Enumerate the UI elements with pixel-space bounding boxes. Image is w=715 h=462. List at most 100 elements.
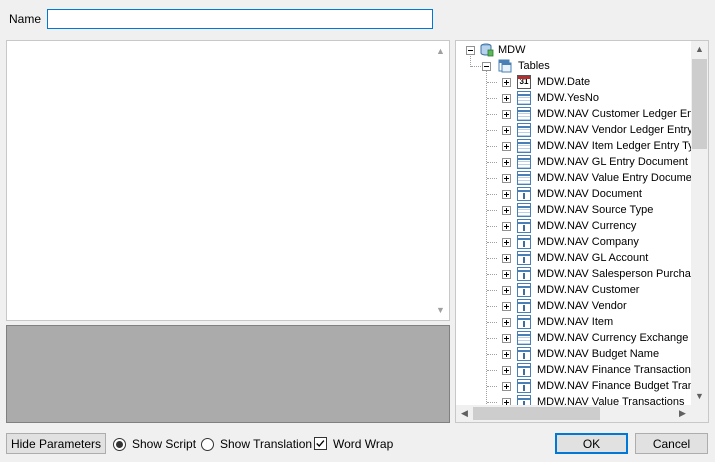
collapse-icon[interactable] xyxy=(482,62,491,71)
expand-icon[interactable] xyxy=(502,78,511,87)
show-translation-label: Show Translation xyxy=(220,437,313,451)
tree-item[interactable]: MDW.NAV Finance Transactions xyxy=(456,362,691,378)
table-icon xyxy=(517,139,531,153)
dimension-table-icon xyxy=(517,267,531,281)
expand-icon[interactable] xyxy=(502,190,511,199)
tree-connector xyxy=(487,130,497,132)
cancel-button[interactable]: Cancel xyxy=(635,433,708,454)
tree-connector xyxy=(487,242,497,244)
tree-connector xyxy=(487,274,497,276)
scroll-down-icon[interactable]: ▼ xyxy=(432,304,449,316)
tree-horizontal-scrollbar[interactable]: ◀ ▶ xyxy=(456,405,691,422)
tree-item[interactable]: MDW.NAV Customer xyxy=(456,282,691,298)
tree-item-label: MDW.NAV GL Entry Document T xyxy=(537,156,691,168)
expand-icon[interactable] xyxy=(502,366,511,375)
tree-item[interactable]: MDW.YesNo xyxy=(456,90,691,106)
hide-parameters-button[interactable]: Hide Parameters xyxy=(6,433,106,454)
script-editor[interactable]: ▲ ▼ xyxy=(6,40,450,321)
expand-icon[interactable] xyxy=(502,158,511,167)
expand-icon[interactable] xyxy=(502,334,511,343)
tree-item-label: MDW.YesNo xyxy=(537,92,599,104)
checkmark-icon xyxy=(316,440,325,448)
tree-item-label: MDW.NAV Finance Budget Tran xyxy=(537,380,691,392)
scrollbar-corner xyxy=(691,405,708,422)
tree-node-label: Tables xyxy=(518,60,550,72)
expand-icon[interactable] xyxy=(502,94,511,103)
tree-item-label: MDW.NAV Finance Transactions xyxy=(537,364,691,376)
tree-item-label: MDW.NAV Customer Ledger Ent xyxy=(537,108,691,120)
expand-icon[interactable] xyxy=(502,302,511,311)
expand-icon[interactable] xyxy=(502,254,511,263)
tree-item[interactable]: MDW.NAV Vendor xyxy=(456,298,691,314)
tree-item[interactable]: MDW.NAV Document xyxy=(456,186,691,202)
name-input[interactable] xyxy=(47,9,433,29)
expand-icon[interactable] xyxy=(502,286,511,295)
tree-node-mdw[interactable]: MDW xyxy=(456,42,691,58)
tree-item[interactable]: MDW.NAV Value Transactions xyxy=(456,394,691,405)
tree-connector xyxy=(487,98,497,100)
tree-connector xyxy=(487,338,497,340)
tree-item[interactable]: MDW.NAV Currency Exchange I xyxy=(456,330,691,346)
expand-icon[interactable] xyxy=(502,142,511,151)
tree-item-label: MDW.NAV Vendor xyxy=(537,300,627,312)
tree-item[interactable]: MDW.NAV Currency xyxy=(456,218,691,234)
expand-icon[interactable] xyxy=(502,398,511,405)
script-editor-scrollbar[interactable]: ▲ ▼ xyxy=(432,41,449,320)
scroll-down-icon[interactable]: ▼ xyxy=(691,388,708,405)
tree-item[interactable]: MDW.NAV Finance Budget Tran xyxy=(456,378,691,394)
tree-item[interactable]: MDW.NAV Source Type xyxy=(456,202,691,218)
tree-vertical-scroll-thumb[interactable] xyxy=(692,59,707,149)
expand-icon[interactable] xyxy=(502,174,511,183)
tree-item[interactable]: 31 MDW.Date xyxy=(456,74,691,90)
scroll-right-icon[interactable]: ▶ xyxy=(674,405,691,422)
scroll-up-icon[interactable]: ▲ xyxy=(691,41,708,58)
tree-item[interactable]: MDW.NAV GL Entry Document T xyxy=(456,154,691,170)
database-icon xyxy=(480,43,494,57)
tree-connector xyxy=(487,194,497,196)
tree-connector xyxy=(487,306,497,308)
table-icon xyxy=(517,91,531,105)
tree-item-label: MDW.NAV Currency xyxy=(537,220,637,232)
tree-connector xyxy=(487,178,497,180)
expand-icon[interactable] xyxy=(502,126,511,135)
show-translation-radio[interactable] xyxy=(201,438,214,451)
scroll-left-icon[interactable]: ◀ xyxy=(456,405,473,422)
word-wrap-checkbox[interactable] xyxy=(314,437,327,450)
tree-item[interactable]: MDW.NAV Item Ledger Entry Ty xyxy=(456,138,691,154)
tree-vertical-scrollbar[interactable]: ▲ ▼ xyxy=(691,41,708,405)
expand-icon[interactable] xyxy=(502,206,511,215)
expand-icon[interactable] xyxy=(502,350,511,359)
table-icon xyxy=(517,331,531,345)
expand-icon[interactable] xyxy=(502,318,511,327)
expand-icon[interactable] xyxy=(502,238,511,247)
tree-item[interactable]: MDW.NAV Salesperson Purchas xyxy=(456,266,691,282)
tree-item[interactable]: MDW.NAV Company xyxy=(456,234,691,250)
show-script-radio[interactable] xyxy=(113,438,126,451)
tree-item-label: MDW.NAV Vendor Ledger Entry xyxy=(537,124,691,136)
tree-connector xyxy=(487,146,497,148)
ok-button[interactable]: OK xyxy=(555,433,628,454)
tree-item[interactable]: MDW.NAV Value Entry Documen xyxy=(456,170,691,186)
tree-horizontal-scroll-thumb[interactable] xyxy=(473,407,600,420)
tree-item-label: MDW.NAV GL Account xyxy=(537,252,649,264)
tree-connector xyxy=(471,66,481,68)
object-tree[interactable]: MDW Tables 31 MDW.Date MDW.YesNo MDW.NAV Cu… xyxy=(455,40,709,423)
scroll-up-icon[interactable]: ▲ xyxy=(432,45,449,57)
tree-item[interactable]: MDW.NAV Item xyxy=(456,314,691,330)
tree-item[interactable]: MDW.NAV Vendor Ledger Entry xyxy=(456,122,691,138)
tree-item-label: MDW.NAV Item Ledger Entry Ty xyxy=(537,140,691,152)
tree-item[interactable]: MDW.NAV Customer Ledger Ent xyxy=(456,106,691,122)
expand-icon[interactable] xyxy=(502,382,511,391)
tree-item-label: MDW.NAV Source Type xyxy=(537,204,654,216)
expand-icon[interactable] xyxy=(502,110,511,119)
dimension-table-icon xyxy=(517,379,531,393)
tree-connector xyxy=(487,114,497,116)
tree-item-label: MDW.NAV Customer xyxy=(537,284,640,296)
tree-item[interactable]: MDW.NAV GL Account xyxy=(456,250,691,266)
expand-icon[interactable] xyxy=(502,270,511,279)
dimension-table-icon xyxy=(517,235,531,249)
tree-node-tables[interactable]: Tables xyxy=(456,58,691,74)
expand-icon[interactable] xyxy=(502,222,511,231)
collapse-icon[interactable] xyxy=(466,46,475,55)
tree-item[interactable]: MDW.NAV Budget Name xyxy=(456,346,691,362)
